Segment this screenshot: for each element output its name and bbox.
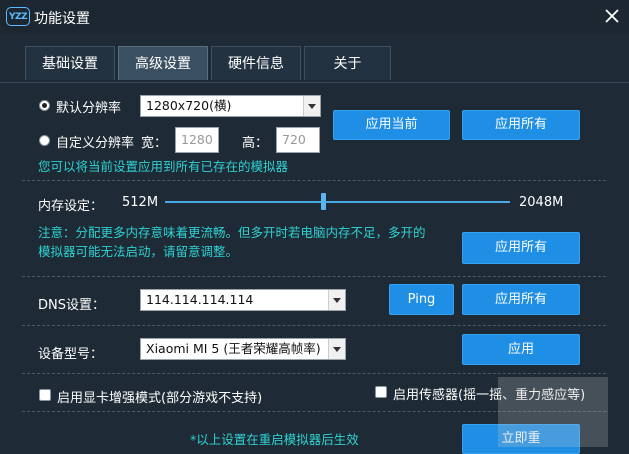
device-model-select[interactable]: Xiaomi MI 5 (王者荣耀高帧率) <box>140 338 346 360</box>
apply-all-resolution-button[interactable]: 应用所有 <box>462 110 580 140</box>
chevron-down-icon <box>303 96 320 116</box>
divider <box>22 325 606 326</box>
memory-note-line2: 模拟器可能无法启动，请留意调整。 <box>38 244 239 259</box>
window-title: 功能设置 <box>34 11 90 27</box>
restart-note: *以上设置在重启模拟器后生效 <box>190 432 359 447</box>
title-bar: YZZ 功能设置 <box>0 0 629 34</box>
resolution-note: 您可以将当前设置应用到所有已存在的模拟器 <box>38 159 289 174</box>
tab-about[interactable]: 关于 <box>304 46 391 80</box>
apply-current-resolution-button[interactable]: 应用当前 <box>333 110 450 140</box>
divider <box>22 180 606 181</box>
apply-all-memory-button[interactable]: 应用所有 <box>462 232 580 264</box>
tab-basic-settings[interactable]: 基础设置 <box>25 46 115 80</box>
dns-select-value: 114.114.114.114 <box>146 292 254 307</box>
sensor-checkbox[interactable] <box>375 386 387 398</box>
resolution-select-value: 1280x720(横) <box>146 98 232 113</box>
memory-note-line1: 注意：分配更多内存意味着更流畅。但多开时若电脑内存不足，多开的 <box>38 225 426 240</box>
height-input[interactable]: 720 <box>276 127 320 153</box>
tab-hardware-info[interactable]: 硬件信息 <box>211 46 301 80</box>
memory-min-label: 512M <box>122 195 159 210</box>
tab-bar: 基础设置 高级设置 硬件信息 关于 <box>0 44 629 83</box>
app-logo: YZZ <box>6 7 30 26</box>
memory-slider-handle[interactable] <box>321 193 327 210</box>
custom-resolution-radio[interactable] <box>39 135 50 146</box>
ping-button[interactable]: Ping <box>389 284 454 315</box>
chevron-down-icon <box>328 339 345 359</box>
close-icon[interactable] <box>602 6 622 26</box>
height-label: 高： <box>242 136 269 151</box>
apply-all-dns-button[interactable]: 应用所有 <box>462 284 580 315</box>
width-input[interactable]: 1280 <box>175 127 219 153</box>
custom-resolution-label: 自定义分辨率 <box>56 136 135 151</box>
dns-label: DNS设置： <box>38 298 105 313</box>
default-resolution-label: 默认分辨率 <box>56 101 122 116</box>
gpu-boost-checkbox[interactable] <box>39 389 51 401</box>
memory-max-label: 2048M <box>519 195 564 210</box>
memory-label: 内存设定： <box>38 199 104 214</box>
device-model-label: 设备型号： <box>38 347 104 362</box>
dns-select[interactable]: 114.114.114.114 <box>140 289 346 311</box>
width-label: 宽： <box>141 136 168 151</box>
gpu-boost-label: 启用显卡增强模式(部分游戏不支持) <box>57 391 263 406</box>
divider <box>22 373 606 374</box>
resolution-select[interactable]: 1280x720(横) <box>140 95 321 117</box>
default-resolution-radio[interactable] <box>39 100 50 111</box>
apply-device-model-button[interactable]: 应用 <box>462 334 580 365</box>
tab-advanced-settings[interactable]: 高级设置 <box>118 46 208 80</box>
device-model-select-value: Xiaomi MI 5 (王者荣耀高帧率) <box>146 341 321 356</box>
divider <box>22 276 606 277</box>
watermark-blur <box>498 377 608 447</box>
chevron-down-icon <box>328 290 345 310</box>
memory-slider-track[interactable] <box>165 201 510 203</box>
